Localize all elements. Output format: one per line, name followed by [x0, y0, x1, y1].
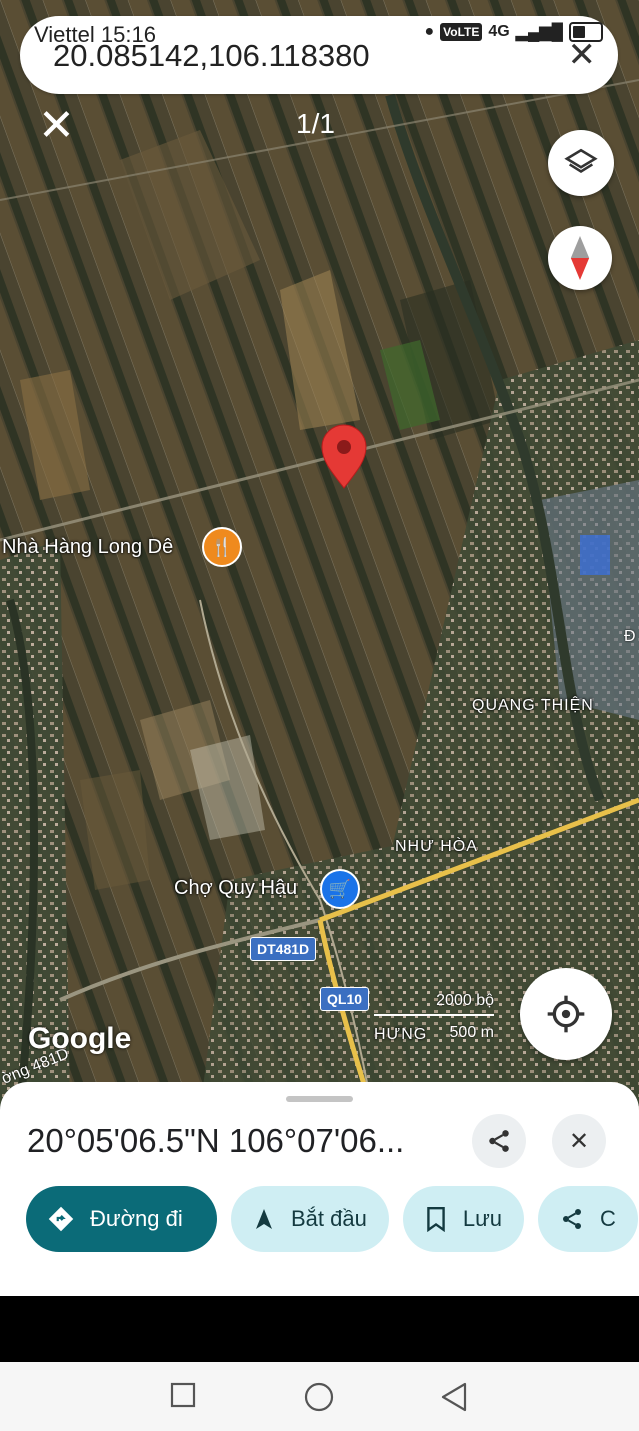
network-type: 4G: [488, 23, 510, 40]
satellite-map[interactable]: Viettel 15:16 ● VoLTE 4G ▂▄▆█ 20.085142,…: [0, 0, 639, 1110]
drag-handle[interactable]: [286, 1096, 353, 1102]
action-chips: Đường đi Bắt đầu Lưu C: [26, 1186, 639, 1252]
start-button[interactable]: Bắt đầu: [231, 1186, 389, 1252]
share-chip-button[interactable]: C: [538, 1186, 638, 1252]
scale-metric: 500 m: [449, 1024, 494, 1041]
market-label[interactable]: Chợ Quy Hậu: [174, 877, 297, 900]
directions-label: Đường đi: [90, 1206, 183, 1231]
system-nav-bar: [0, 1362, 639, 1431]
place-bottom-sheet[interactable]: 20°05'06.5"N 106°07'06... ✕ Đường đi Bắt…: [0, 1082, 639, 1296]
volte-badge: VoLTE: [440, 23, 483, 41]
square-icon: [170, 1382, 196, 1408]
compass-button[interactable]: [548, 226, 612, 290]
circle-icon: [304, 1382, 334, 1412]
start-label: Bắt đầu: [291, 1206, 367, 1231]
restaurant-label[interactable]: Nhà Hàng Long Dê: [2, 536, 173, 559]
triangle-back-icon: [441, 1382, 467, 1412]
area-label-hung: HƯNG: [374, 1026, 428, 1043]
road-shield-dt481d: DT481D: [250, 937, 317, 961]
status-bar: Viettel 15:16 ● VoLTE 4G ▂▄▆█: [0, 22, 639, 54]
scale-imperial: 2000 bộ: [436, 992, 494, 1009]
my-location-button[interactable]: [520, 968, 612, 1060]
location-status-icon: ●: [424, 23, 435, 40]
share-icon: [489, 1130, 509, 1152]
crosshair-icon: [547, 995, 585, 1033]
road-shield-ql10: QL10: [320, 987, 370, 1011]
back-button[interactable]: [440, 1382, 468, 1412]
share-icon: [560, 1207, 584, 1231]
close-sheet-button[interactable]: ✕: [552, 1114, 606, 1168]
google-logo: Google: [28, 1022, 132, 1055]
share-button[interactable]: [472, 1114, 526, 1168]
coordinates-title: 20°05'06.5"N 106°07'06...: [27, 1122, 405, 1159]
close-map-button[interactable]: ✕: [38, 104, 75, 148]
compass-icon: [570, 236, 590, 280]
share-chip-label: C: [600, 1206, 616, 1231]
restaurant-icon[interactable]: 🍴: [202, 527, 242, 567]
shopping-cart-icon[interactable]: 🛒: [320, 869, 360, 909]
recents-button[interactable]: [170, 1382, 196, 1408]
carrier-time: Viettel 15:16: [34, 22, 156, 48]
signal-icon: ▂▄▆█: [515, 24, 563, 41]
home-button[interactable]: [304, 1382, 334, 1412]
save-label: Lưu: [462, 1206, 503, 1231]
bookmark-icon: [425, 1206, 447, 1232]
carrier-name: Viettel: [34, 22, 95, 47]
layers-icon: [564, 148, 598, 174]
battery-icon: [569, 22, 603, 42]
directions-icon: [48, 1206, 74, 1232]
close-icon: ✕: [568, 1127, 590, 1155]
area-label-quang-thien: QUANG THIỆN: [472, 697, 594, 714]
directions-button[interactable]: Đường đi: [26, 1186, 217, 1252]
navigation-arrow-icon: [253, 1207, 275, 1231]
save-button[interactable]: Lưu: [402, 1186, 525, 1252]
scale-line: [374, 1014, 494, 1016]
area-label-partial: Đ: [624, 628, 636, 645]
layers-button[interactable]: [548, 130, 614, 196]
result-counter: 1/1: [296, 108, 335, 139]
black-strip: [0, 1296, 639, 1362]
area-label-nhu-hoa: NHƯ HÒA: [395, 838, 478, 855]
clock: 15:16: [100, 22, 156, 47]
